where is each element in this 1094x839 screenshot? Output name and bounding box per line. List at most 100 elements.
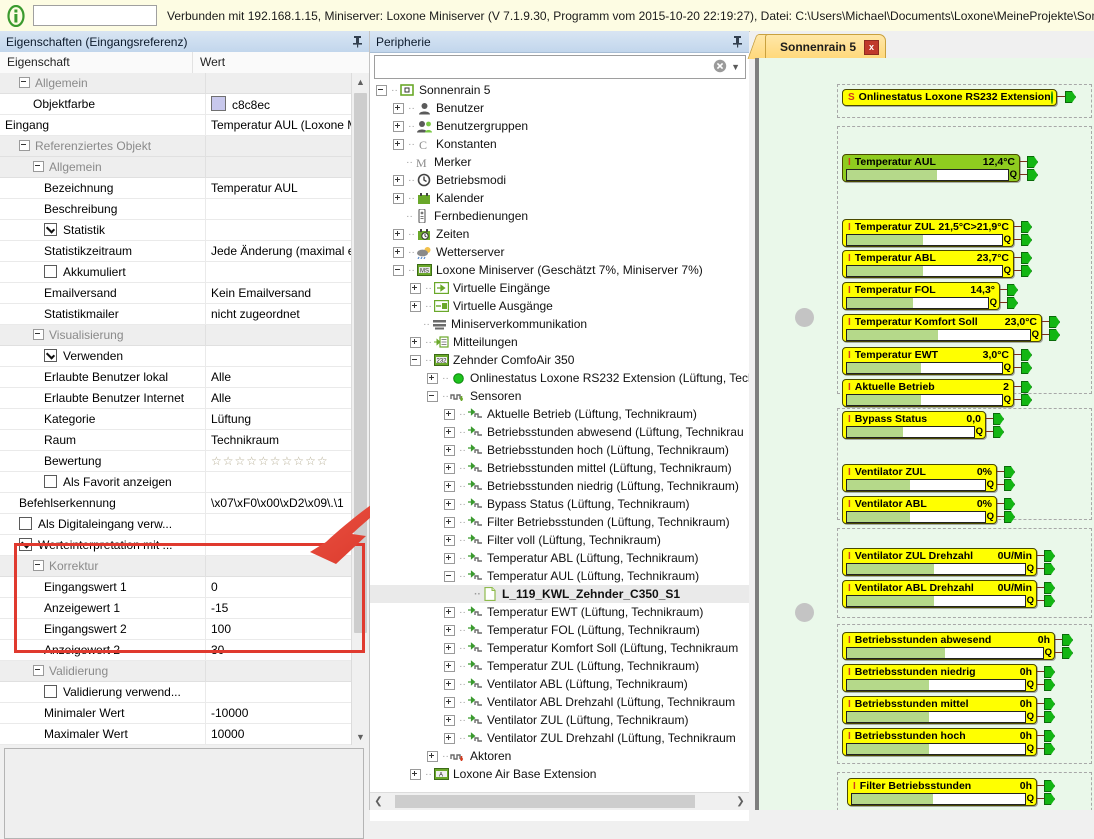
tree-expander-icon[interactable]	[444, 732, 455, 744]
property-value[interactable]	[205, 219, 351, 241]
tree-item[interactable]: ·· Temperatur ABL (Lüftung, Technikraum)	[370, 549, 749, 567]
property-row[interactable]: Anzeigewert 2 30	[0, 639, 351, 661]
tree-expander-icon[interactable]	[410, 282, 421, 294]
tree-expander-icon[interactable]	[410, 768, 421, 780]
tree-item[interactable]: ·· Miniserverkommunikation	[370, 315, 749, 333]
group-expander-icon[interactable]	[33, 560, 44, 571]
property-value[interactable]	[205, 73, 351, 94]
tree-item[interactable]: ·· Aktuelle Betrieb (Lüftung, Technikraum…	[370, 405, 749, 423]
property-row[interactable]: Maximaler Wert 10000	[0, 723, 351, 745]
property-row[interactable]: Werteinterpretation mit ...	[0, 534, 351, 556]
diagram-block[interactable]: I Ventilator ABL Drehzahl 0U/Min Q	[842, 580, 1037, 608]
property-row[interactable]: Visualisierung	[0, 324, 351, 346]
tree-item[interactable]: ·· Kalender	[370, 189, 749, 207]
tree-item[interactable]: ·· Ventilator ZUL Drehzahl (Lüftung, Tech…	[370, 729, 749, 747]
tree-expander-icon[interactable]	[393, 174, 404, 186]
tree-item[interactable]: ·· Filter Betriebsstunden (Lüftung, Techn…	[370, 513, 749, 531]
tree-item[interactable]: ·· Betriebsstunden hoch (Lüftung, Technik…	[370, 441, 749, 459]
tree-item[interactable]: ·· Temperatur AUL (Lüftung, Technikraum)	[370, 567, 749, 585]
diagram-block[interactable]: I Ventilator ZUL 0% Q	[842, 464, 997, 492]
property-row[interactable]: Kategorie Lüftung	[0, 408, 351, 430]
property-value[interactable]	[205, 681, 351, 703]
property-row[interactable]: Verwenden	[0, 345, 351, 367]
checkbox[interactable]	[44, 475, 57, 488]
tree-expander-icon[interactable]	[376, 84, 387, 96]
property-value[interactable]	[205, 660, 351, 682]
scroll-down-icon[interactable]: ▼	[352, 728, 369, 745]
property-value[interactable]: nicht zugeordnet	[205, 303, 351, 325]
property-row[interactable]: Akkumuliert	[0, 261, 351, 283]
checkbox[interactable]	[44, 349, 57, 362]
property-value[interactable]	[205, 471, 351, 493]
tree-expander-icon[interactable]	[444, 498, 455, 510]
tree-item[interactable]: ·· Temperatur EWT (Lüftung, Technikraum)	[370, 603, 749, 621]
tree-item[interactable]: ·· Sensoren	[370, 387, 749, 405]
tree-item[interactable]: ·· Sonnenrain 5	[370, 81, 749, 99]
tree-item[interactable]: ·· Wetterserver	[370, 243, 749, 261]
property-value[interactable]: 0	[205, 576, 351, 598]
property-row[interactable]: Korrektur	[0, 555, 351, 577]
property-value[interactable]	[205, 156, 351, 178]
diagram-block[interactable]: I Temperatur ZUL 21,5°C>21,9°C Q	[842, 219, 1014, 247]
diagram-block[interactable]: I Betriebsstunden mittel 0h Q	[842, 696, 1037, 724]
search-input[interactable]	[379, 59, 714, 75]
status-block[interactable]: S Onlinestatus Loxone RS232 Extension	[842, 89, 1057, 106]
property-row[interactable]: Statistikzeitraum Jede Änderung (maximal …	[0, 240, 351, 262]
group-expander-icon[interactable]	[33, 329, 44, 340]
tree-item[interactable]: ·· C Konstanten	[370, 135, 749, 153]
tree-expander-icon[interactable]	[444, 660, 455, 672]
tree-item[interactable]: ·· L_119_KWL_Zehnder_C350_S1	[370, 585, 749, 603]
checkbox[interactable]	[44, 265, 57, 278]
property-row[interactable]: Als Digitaleingang verw...	[0, 513, 351, 535]
properties-grid[interactable]: Allgemein Objektfarbe c8c8ec Eingang Tempera…	[0, 73, 369, 745]
property-value[interactable]: Jede Änderung (maximal ei...	[205, 240, 351, 262]
property-row[interactable]: Erlaubte Benutzer lokal Alle	[0, 366, 351, 388]
property-value[interactable]	[205, 135, 351, 157]
diagram-canvas[interactable]: S Onlinestatus Loxone RS232 Extension I Tem…	[755, 58, 1094, 810]
node-marker[interactable]	[795, 308, 814, 327]
tree-item[interactable]: ·· Fernbedienungen	[370, 207, 749, 225]
property-row[interactable]: Bezeichnung Temperatur AUL	[0, 177, 351, 199]
property-value[interactable]: Temperatur AUL	[205, 177, 351, 199]
property-row[interactable]: Validierung	[0, 660, 351, 682]
checkbox[interactable]	[44, 685, 57, 698]
property-row[interactable]: Referenziertes Objekt	[0, 135, 351, 157]
tree-item[interactable]: ·· Virtuelle Eingänge	[370, 279, 749, 297]
tree-item[interactable]: ·· Temperatur Komfort Soll (Lüftung, Tech…	[370, 639, 749, 657]
chevron-right-icon[interactable]: ❯	[732, 793, 749, 810]
tree-expander-icon[interactable]	[444, 696, 455, 708]
group-expander-icon[interactable]	[33, 665, 44, 676]
property-row[interactable]: Eingangswert 2 100	[0, 618, 351, 640]
diagram-block[interactable]: I Temperatur ABL 23,7°C Q	[842, 250, 1014, 278]
peripherie-tree[interactable]: ·· Sonnenrain 5 ·· Benutzer ·· Benutzergruppe…	[370, 81, 749, 821]
tree-expander-icon[interactable]	[444, 480, 455, 492]
scrollbar-thumb[interactable]	[354, 93, 367, 633]
tree-expander-icon[interactable]	[444, 516, 455, 528]
scrollbar-track[interactable]	[387, 793, 732, 810]
tree-expander-icon[interactable]	[444, 624, 455, 636]
diagram-block[interactable]: I Temperatur FOL 14,3° Q	[842, 282, 1000, 310]
tree-item[interactable]: ·· Benutzer	[370, 99, 749, 117]
color-swatch[interactable]	[211, 96, 226, 111]
checkbox[interactable]	[44, 223, 57, 236]
diagram-block[interactable]: I Temperatur AUL 12,4°C Q	[842, 154, 1020, 182]
tree-item[interactable]: ·· Betriebsstunden niedrig (Lüftung, Tech…	[370, 477, 749, 495]
property-row[interactable]: Raum Technikraum	[0, 429, 351, 451]
tree-expander-icon[interactable]	[393, 192, 404, 204]
diagram-block[interactable]: I Ventilator ABL 0% Q	[842, 496, 997, 524]
diagram-block[interactable]: I Betriebsstunden niedrig 0h Q	[842, 664, 1037, 692]
property-row[interactable]: Minimaler Wert -10000	[0, 702, 351, 724]
property-value[interactable]: \x07\xF0\x00\xD2\x09\.\1	[205, 492, 351, 514]
property-value[interactable]: ☆☆☆☆☆☆☆☆☆☆	[205, 450, 351, 472]
property-row[interactable]: Objektfarbe c8c8ec	[0, 93, 351, 115]
tree-item[interactable]: ·· Virtuelle Ausgänge	[370, 297, 749, 315]
property-value[interactable]	[205, 324, 351, 346]
tree-item[interactable]: ·· Ventilator ABL (Lüftung, Technikraum)	[370, 675, 749, 693]
tree-expander-icon[interactable]	[393, 102, 404, 114]
clear-circle-icon[interactable]	[713, 59, 727, 76]
tree-expander-icon[interactable]	[393, 120, 404, 132]
tree-expander-icon[interactable]	[393, 138, 404, 150]
property-value[interactable]: Kein Emailversand	[205, 282, 351, 304]
tree-item[interactable]: ·· Onlinestatus Loxone RS232 Extension (L…	[370, 369, 749, 387]
property-value[interactable]	[205, 261, 351, 283]
